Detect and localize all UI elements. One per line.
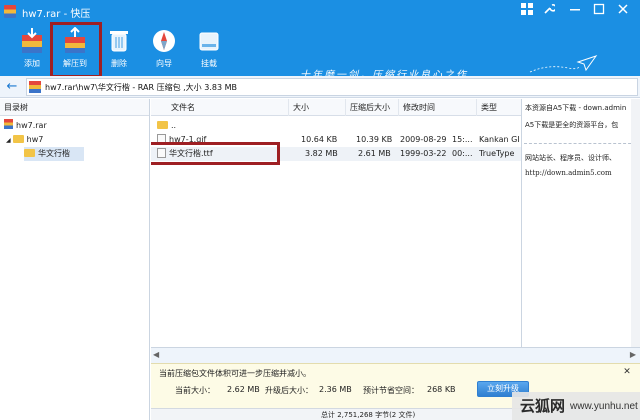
tree-header: 目录树 bbox=[0, 99, 149, 116]
status-text: 总计 2,751,268 字节(2 文件) bbox=[321, 411, 416, 419]
vertical-scrollbar[interactable] bbox=[631, 99, 640, 347]
col-packed-label: 压缩后大小 bbox=[350, 103, 390, 112]
column-headers: 文件名 大小 压缩后大小 修改时间 类型 bbox=[151, 99, 521, 116]
info-line: 网站站长、程序员、设计师、 bbox=[525, 154, 616, 162]
add-label: 添加 bbox=[24, 59, 40, 68]
row-size: 10.64 KB bbox=[301, 135, 338, 144]
col-type[interactable]: 类型 bbox=[477, 99, 521, 116]
row-date: 1999-03-22 bbox=[400, 149, 447, 158]
close-icon[interactable] bbox=[614, 3, 632, 21]
maximize-icon[interactable] bbox=[590, 3, 608, 21]
wizard-label: 向导 bbox=[156, 59, 172, 68]
delete-label: 删除 bbox=[111, 59, 127, 68]
rar-file-icon bbox=[4, 119, 13, 129]
back-arrow-icon[interactable]: ← bbox=[4, 79, 20, 95]
scroll-right-icon[interactable]: ▶ bbox=[630, 350, 636, 359]
row-time: 00:... bbox=[452, 149, 473, 158]
col-size[interactable]: 大小 bbox=[289, 99, 346, 116]
row-packed: 2.61 MB bbox=[358, 149, 391, 158]
drive-icon bbox=[195, 27, 223, 55]
save-value: 268 KB bbox=[427, 385, 456, 394]
tree-node-label: 华文行楷 bbox=[38, 149, 70, 158]
delete-button[interactable]: 删除 bbox=[99, 24, 139, 76]
col-type-label: 类型 bbox=[481, 103, 497, 112]
file-list: 文件名 大小 压缩后大小 修改时间 类型 .. hw7-1.gif 10.64 … bbox=[151, 99, 521, 347]
paper-plane-icon bbox=[529, 55, 598, 73]
row-time: 15:... bbox=[452, 135, 473, 144]
after-size-label: 升级后大小： bbox=[265, 386, 313, 395]
trash-icon bbox=[105, 27, 133, 55]
folder-icon bbox=[24, 149, 35, 157]
address-bar: ← hw7.rar\hw7\华文行楷 - RAR 压缩包 ,大小 3.83 MB bbox=[0, 76, 640, 98]
tree-node-archive[interactable]: hw7.rar bbox=[4, 119, 47, 133]
info-line: A5下载是更全的资源平台，包 bbox=[525, 121, 619, 129]
row-date: 2009-08-29 bbox=[400, 135, 447, 144]
app-logo-icon bbox=[4, 5, 16, 18]
compass-icon bbox=[150, 27, 178, 55]
mount-label: 挂载 bbox=[201, 59, 217, 68]
info-line: 本资源自A5下载 - down.admin bbox=[525, 104, 627, 112]
wizard-button[interactable]: 向导 bbox=[144, 24, 184, 76]
settings-icon[interactable] bbox=[540, 3, 558, 21]
expand-arrow-icon[interactable]: ◢ bbox=[6, 137, 11, 144]
row-packed: 10.39 KB bbox=[356, 135, 393, 144]
tree-node-hw7[interactable]: ◢ hw7 bbox=[6, 133, 43, 147]
row-type: Kankan GI bbox=[479, 135, 520, 144]
extract-highlight-box bbox=[50, 22, 102, 78]
tree-node-label: hw7 bbox=[26, 135, 44, 144]
toolbar: 添加 解压到 删除 向导 挂载 十年磨一剑，压缩行业良心之作 bbox=[0, 22, 640, 81]
path-field[interactable]: hw7.rar\hw7\华文行楷 - RAR 压缩包 ,大小 3.83 MB bbox=[26, 78, 638, 96]
list-footer-bar: ◀ ▶ bbox=[151, 347, 640, 363]
row-name: .. bbox=[171, 121, 177, 130]
info-panel: 本资源自A5下载 - down.admin A5下载是更全的资源平台，包 网站站… bbox=[521, 99, 640, 347]
folder-icon bbox=[157, 121, 168, 129]
watermark-url: www.yunhu.net bbox=[570, 401, 638, 412]
row-size: 3.82 MB bbox=[305, 149, 338, 158]
col-packed[interactable]: 压缩后大小 bbox=[346, 99, 399, 116]
file-highlight-box bbox=[151, 142, 280, 165]
col-modified-label: 修改时间 bbox=[403, 103, 435, 112]
directory-tree: 目录树 hw7.rar ◢ hw7 华文行楷 bbox=[0, 99, 150, 420]
rar-archive-icon bbox=[29, 81, 41, 93]
add-archive-icon bbox=[18, 27, 46, 55]
row-type: TrueType bbox=[479, 149, 515, 158]
window-title: hw7.rar - 快压 bbox=[22, 9, 91, 20]
after-size-value: 2.36 MB bbox=[319, 385, 352, 394]
title-bar: hw7.rar - 快压 bbox=[0, 0, 640, 24]
path-text: hw7.rar\hw7\华文行楷 - RAR 压缩包 ,大小 3.83 MB bbox=[45, 83, 237, 92]
watermark-brand: 云狐网 bbox=[520, 397, 566, 415]
info-link[interactable]: http://down.admin5.com bbox=[525, 169, 639, 177]
save-label: 预计节省空间： bbox=[363, 386, 419, 395]
grid-icon[interactable] bbox=[518, 3, 536, 21]
current-size-value: 2.62 MB bbox=[227, 385, 260, 394]
add-button[interactable]: 添加 bbox=[12, 24, 52, 76]
current-size-label: 当前大小： bbox=[175, 386, 215, 395]
parent-dir: .. bbox=[157, 119, 176, 133]
mount-button[interactable]: 挂载 bbox=[189, 24, 229, 76]
tree-node-label: hw7.rar bbox=[16, 121, 47, 130]
col-size-label: 大小 bbox=[293, 103, 309, 112]
folder-icon bbox=[12, 135, 24, 143]
close-tip-icon[interactable]: ✕ bbox=[621, 366, 633, 378]
tree-node-huawen[interactable]: 华文行楷 bbox=[24, 147, 84, 161]
minimize-icon[interactable] bbox=[566, 3, 584, 21]
tip-message: 当前压缩包文件体积可进一步压缩并减小。 bbox=[159, 369, 311, 378]
table-row[interactable]: .. bbox=[151, 119, 521, 133]
scroll-left-icon[interactable]: ◀ bbox=[153, 350, 161, 359]
col-name-label: 文件名 bbox=[171, 103, 195, 112]
site-watermark: 云狐网 www.yunhu.net bbox=[512, 392, 640, 420]
divider bbox=[524, 143, 636, 144]
col-name[interactable]: 文件名 bbox=[151, 99, 289, 116]
col-modified[interactable]: 修改时间 bbox=[399, 99, 477, 116]
